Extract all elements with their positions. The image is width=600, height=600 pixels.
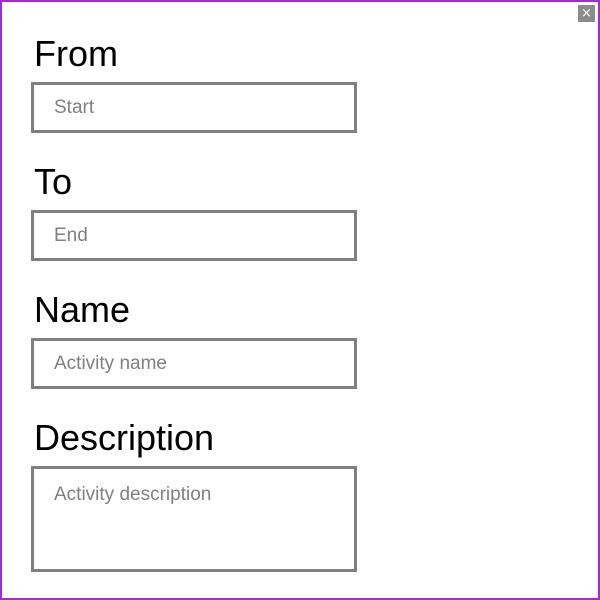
close-button[interactable]: × — [578, 5, 595, 22]
description-textarea[interactable] — [31, 466, 357, 572]
description-label: Description — [34, 417, 215, 458]
to-label: To — [34, 161, 73, 202]
activity-dialog: × From To Name Description — [0, 0, 600, 600]
from-label: From — [34, 33, 118, 74]
name-label: Name — [34, 289, 131, 330]
to-input[interactable] — [31, 210, 357, 261]
close-icon: × — [581, 6, 592, 21]
name-input[interactable] — [31, 338, 357, 389]
from-input[interactable] — [31, 82, 357, 133]
